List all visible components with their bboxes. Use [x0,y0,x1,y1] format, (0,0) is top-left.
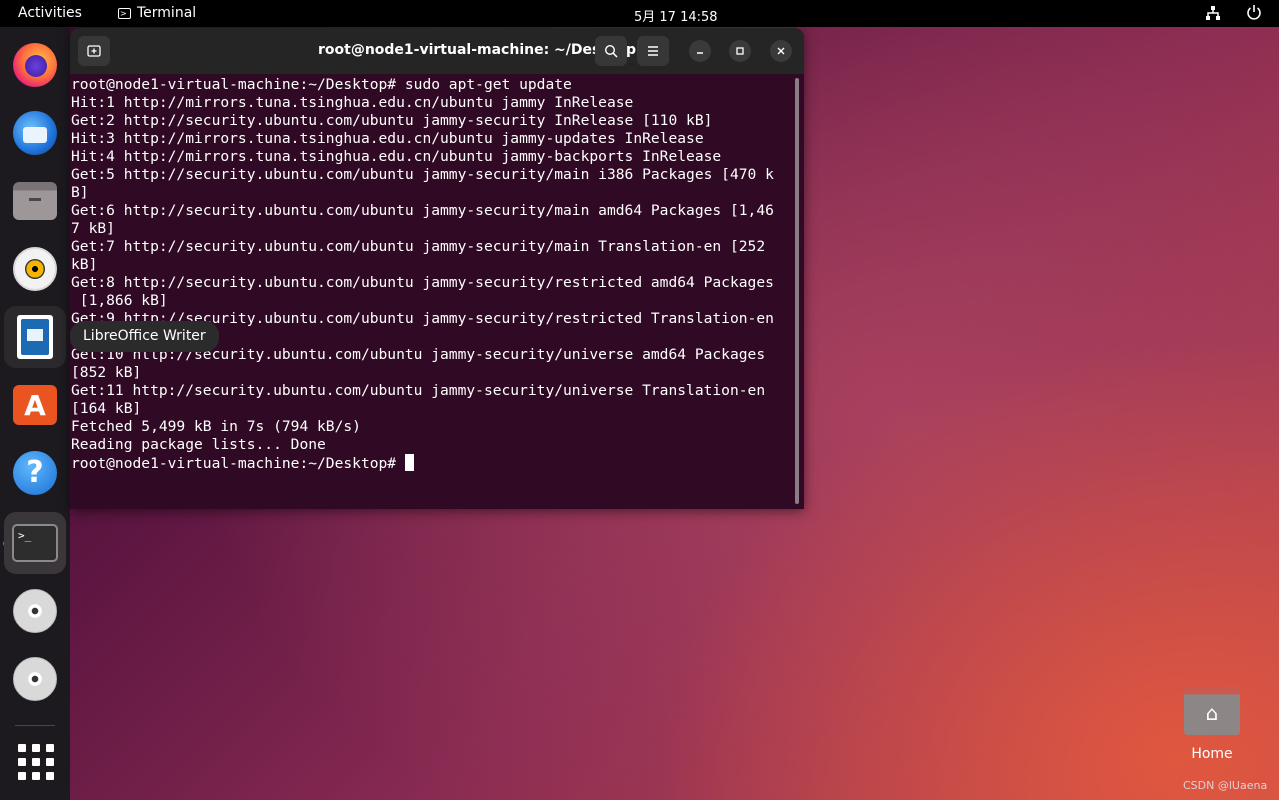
rhythmbox-icon [13,247,57,291]
text-cursor [404,454,414,471]
terminal-line: [164 kB] [71,400,142,417]
terminal-line: Hit:3 http://mirrors.tuna.tsinghua.edu.c… [71,130,704,147]
files-icon [13,182,57,220]
terminal-line: Get:2 http://security.ubuntu.com/ubuntu … [71,112,713,129]
dock-libreoffice-writer[interactable] [4,306,66,368]
shell-prompt: root@node1-virtual-machine:~/Desktop# [71,455,405,472]
dock: A ? >_ [0,27,70,800]
watermark: CSDN @lUaena [1183,779,1268,792]
terminal-line: Get:8 http://security.ubuntu.com/ubuntu … [71,274,774,291]
close-icon [777,47,785,55]
dock-rhythmbox[interactable] [4,238,66,300]
activities-button[interactable]: Activities [18,5,82,21]
terminal-line: Get:11 http://security.ubuntu.com/ubuntu… [71,382,766,399]
terminal-icon: > [118,7,131,19]
clock[interactable]: 5月 17 14:58 [634,6,718,25]
search-icon [604,44,618,58]
terminal-titlebar[interactable]: root@node1-virtual-machine: ~/Desktop [70,28,804,74]
help-icon: ? [13,451,57,495]
terminal-line: Get:5 http://security.ubuntu.com/ubuntu … [71,166,774,183]
terminal-line: kB] [71,256,98,273]
top-bar: Activities > Terminal 5月 17 14:58 [0,0,1279,27]
network-icon[interactable] [1205,5,1221,25]
minimize-icon [697,52,703,54]
terminal-line: Fetched 5,499 kB in 7s (794 kB/s) [71,418,361,435]
app-menu[interactable]: > Terminal [118,5,196,21]
terminal-line: 7 kB] [71,220,115,237]
terminal-output[interactable]: root@node1-virtual-machine:~/Desktop# su… [71,76,789,506]
dock-tooltip: LibreOffice Writer [70,321,219,352]
terminal-line: Get:7 http://security.ubuntu.com/ubuntu … [71,238,766,255]
dock-separator [15,725,55,726]
desktop-home-folder[interactable]: ⌂ [1184,683,1240,735]
show-apps-button[interactable] [4,730,66,792]
terminal-line: Hit:4 http://mirrors.tuna.tsinghua.edu.c… [71,148,722,165]
home-icon: ⌂ [1205,701,1219,725]
search-button[interactable] [595,36,627,66]
terminal-line: Hit:1 http://mirrors.tuna.tsinghua.edu.c… [71,94,634,111]
menu-button[interactable] [637,36,669,66]
thunderbird-icon [13,111,57,155]
maximize-button[interactable] [729,40,751,62]
terminal-scrollbar[interactable] [795,78,799,504]
optical-disc-icon [13,657,57,701]
terminal-window[interactable]: root@node1-virtual-machine: ~/Desktop ro… [70,28,804,509]
dock-terminal[interactable]: >_ [4,512,66,574]
close-button[interactable] [770,40,792,62]
window-title: root@node1-virtual-machine: ~/Desktop [317,42,636,58]
dock-firefox[interactable] [4,34,66,96]
dock-files[interactable] [4,170,66,232]
dock-thunderbird[interactable] [4,102,66,164]
app-center-icon: A [13,385,57,425]
dock-disc-2[interactable] [4,648,66,710]
app-menu-label: Terminal [137,5,197,21]
firefox-icon [13,43,57,87]
libreoffice-writer-icon [17,315,53,359]
terminal-line: Reading package lists... Done [71,436,326,453]
dock-help[interactable]: ? [4,442,66,504]
hamburger-icon [648,46,658,56]
terminal-line: [852 kB] [71,364,142,381]
terminal-app-icon: >_ [12,524,58,562]
prompt-line[interactable]: root@node1-virtual-machine:~/Desktop# [71,454,789,472]
minimize-button[interactable] [689,40,711,62]
new-tab-button[interactable] [78,36,110,66]
terminal-line: root@node1-virtual-machine:~/Desktop# su… [71,76,572,93]
app-grid-icon [18,744,54,780]
terminal-line: [1,866 kB] [71,292,168,309]
terminal-line: Get:6 http://security.ubuntu.com/ubuntu … [71,202,774,219]
terminal-line: B] [71,184,89,201]
maximize-icon [736,47,744,55]
power-icon[interactable] [1246,4,1262,24]
new-tab-icon [87,45,101,57]
desktop-home-label: Home [1191,746,1233,762]
dock-disc-1[interactable] [4,580,66,642]
dock-app-center[interactable]: A [4,374,66,436]
optical-disc-icon [13,589,57,633]
